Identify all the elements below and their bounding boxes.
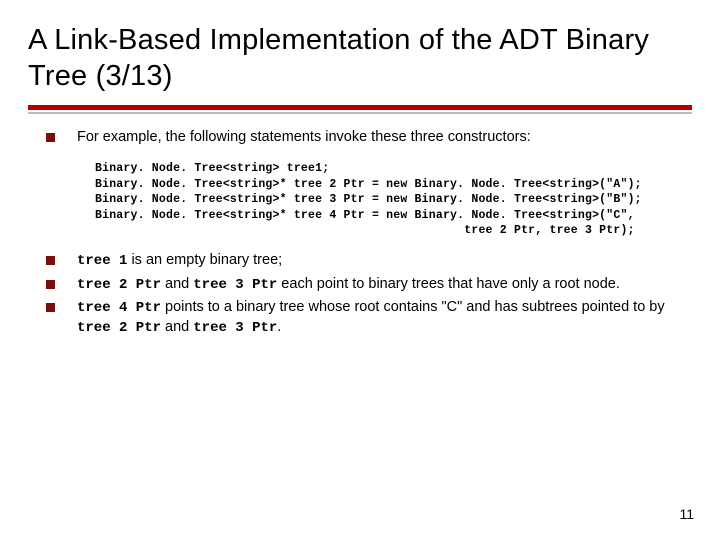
text-span: each point to binary trees that have onl… <box>277 276 620 292</box>
text-span: points to a binary tree whose root conta… <box>161 299 665 315</box>
slide-body: For example, the following statements in… <box>28 128 692 339</box>
bullet-item: tree 1 is an empty binary tree; <box>46 251 692 271</box>
bullet-text: tree 4 Ptr points to a binary tree whose… <box>77 298 692 338</box>
rule-grey <box>28 112 692 114</box>
bullet-text: tree 1 is an empty binary tree; <box>77 251 282 271</box>
code-inline: tree 1 <box>77 253 127 269</box>
bullet-square-icon <box>46 280 55 289</box>
bullet-square-icon <box>46 303 55 312</box>
page-number: 11 <box>679 506 694 522</box>
bullet-text: For example, the following statements in… <box>77 128 531 148</box>
bullet-item: tree 2 Ptr and tree 3 Ptr each point to … <box>46 275 692 295</box>
code-inline: tree 2 Ptr <box>77 277 161 293</box>
text-span: . <box>277 319 281 335</box>
code-block: Binary. Node. Tree<string> tree1; Binary… <box>95 161 692 239</box>
code-inline: tree 3 Ptr <box>193 277 277 293</box>
title-rule <box>28 105 692 114</box>
slide-title: A Link-Based Implementation of the ADT B… <box>28 22 692 95</box>
code-inline: tree 2 Ptr <box>77 320 161 336</box>
bullet-item: tree 4 Ptr points to a binary tree whose… <box>46 298 692 338</box>
text-span: is an empty binary tree; <box>127 252 282 268</box>
slide: A Link-Based Implementation of the ADT B… <box>0 0 720 540</box>
code-inline: tree 3 Ptr <box>193 320 277 336</box>
bullet-text: tree 2 Ptr and tree 3 Ptr each point to … <box>77 275 620 295</box>
bullet-square-icon <box>46 133 55 142</box>
text-span: and <box>161 276 193 292</box>
bullet-item: For example, the following statements in… <box>46 128 692 148</box>
bullet-square-icon <box>46 256 55 265</box>
code-inline: tree 4 Ptr <box>77 300 161 316</box>
text-span: and <box>161 319 193 335</box>
